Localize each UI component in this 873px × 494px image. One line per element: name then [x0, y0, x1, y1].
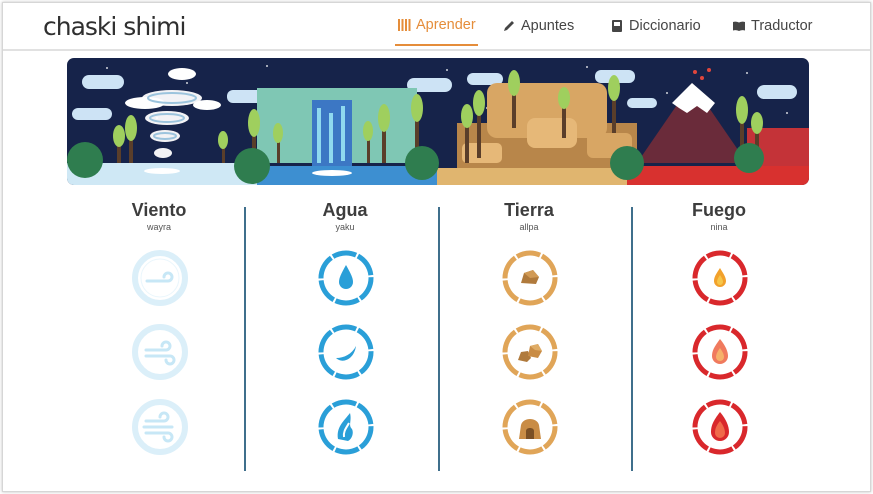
elements-banner: [67, 58, 809, 185]
rocks-icon[interactable]: [502, 324, 558, 380]
element-subtitle: nina: [710, 222, 728, 232]
column-divider: [438, 207, 440, 471]
wind-level-1-icon[interactable]: [132, 250, 188, 306]
nav-apuntes[interactable]: Apuntes: [502, 3, 574, 49]
app-logo[interactable]: chaski shimi: [43, 12, 186, 41]
flame-medium-icon[interactable]: [692, 324, 748, 380]
flame-large-icon[interactable]: [692, 399, 748, 455]
nav-label: Apuntes: [521, 18, 575, 34]
column-divider: [244, 207, 246, 471]
element-column-tierra: Tierra allpa: [459, 193, 599, 455]
element-subtitle: allpa: [519, 222, 539, 232]
nav-traductor[interactable]: Traductor: [732, 3, 813, 49]
wind-level-3-icon[interactable]: [132, 399, 188, 455]
water-wave-icon[interactable]: [318, 324, 374, 380]
pencil-icon: [502, 19, 516, 33]
element-subtitle: wayra: [146, 222, 171, 232]
element-column-viento: Viento wayra: [89, 193, 229, 455]
element-column-fuego: Fuego nina: [649, 193, 789, 455]
column-divider: [631, 207, 633, 471]
element-title: Viento: [131, 200, 187, 220]
nav-label: Aprender: [416, 17, 476, 33]
top-header: chaski shimi Aprender Apuntes Diccionari…: [3, 3, 870, 51]
rock-icon[interactable]: [502, 250, 558, 306]
nav-label: Traductor: [751, 18, 813, 34]
book-icon: [610, 19, 624, 33]
element-column-agua: Agua yaku: [275, 193, 415, 455]
app-window: chaski shimi Aprender Apuntes Diccionari…: [2, 2, 871, 492]
nav-diccionario[interactable]: Diccionario: [610, 3, 701, 49]
elements-grid: Viento wayra Agua yaku Tierra allpa Fueg…: [3, 193, 870, 483]
cave-icon[interactable]: [502, 399, 558, 455]
nav-aprender[interactable]: Aprender: [395, 6, 478, 46]
element-title: Tierra: [504, 200, 554, 220]
water-splash-icon[interactable]: [318, 399, 374, 455]
water-drop-icon[interactable]: [318, 250, 374, 306]
nav-label: Diccionario: [629, 18, 701, 34]
wind-level-2-icon[interactable]: [132, 324, 188, 380]
element-subtitle: yaku: [335, 222, 355, 232]
flame-small-icon[interactable]: [692, 250, 748, 306]
bars-icon: [397, 18, 411, 32]
element-title: Agua: [322, 200, 368, 220]
open-book-icon: [732, 19, 746, 33]
element-title: Fuego: [692, 200, 746, 220]
